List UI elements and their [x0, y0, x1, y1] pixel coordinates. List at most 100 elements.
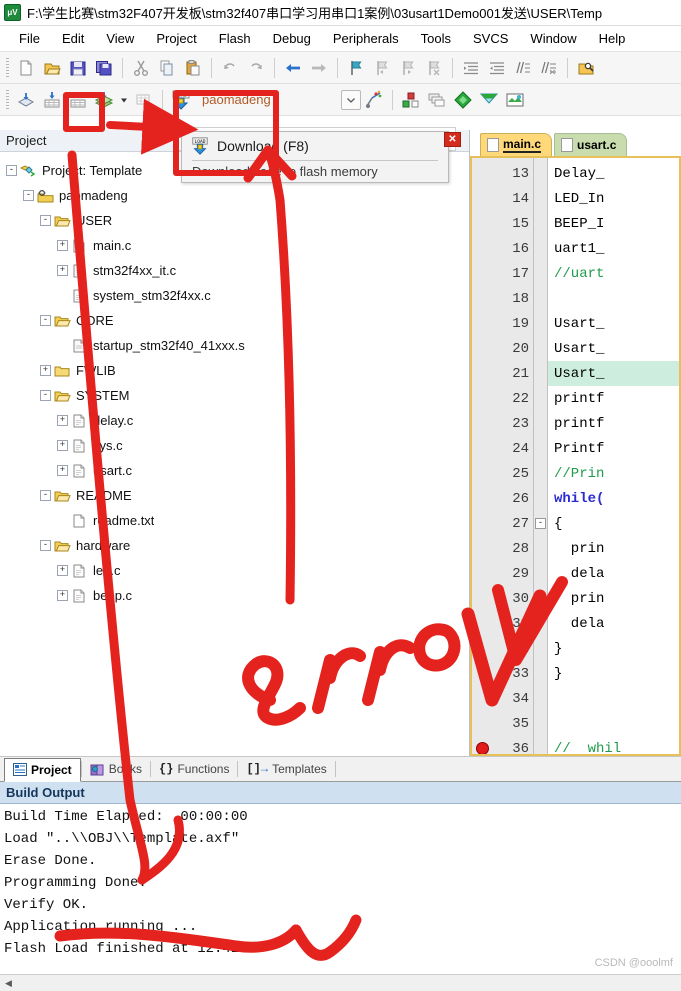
code-line[interactable]: BEEP_I: [548, 211, 679, 236]
tab-functions[interactable]: {} Functions: [151, 757, 237, 781]
uncomment-icon[interactable]: [536, 55, 562, 81]
collapse-toggle-icon[interactable]: -: [40, 490, 51, 501]
horizontal-scrollbar[interactable]: ◀: [0, 974, 681, 991]
tree-item[interactable]: - CORE: [6, 308, 469, 333]
menu-help[interactable]: Help: [588, 28, 637, 49]
menu-view[interactable]: View: [95, 28, 145, 49]
code-line[interactable]: Usart_: [548, 361, 679, 386]
bookmark-next-icon[interactable]: [395, 55, 421, 81]
rebuild-icon[interactable]: [65, 87, 91, 113]
stop-build-icon[interactable]: [131, 87, 157, 113]
pack-installer-icon[interactable]: [450, 87, 476, 113]
project-name-combo[interactable]: paomadeng: [196, 88, 361, 112]
tree-item[interactable]: startup_stm32f40_41xxx.s: [6, 333, 469, 358]
fold-toggle-icon[interactable]: -: [535, 518, 546, 529]
tree-item[interactable]: + main.c: [6, 233, 469, 258]
configure-icon[interactable]: [476, 87, 502, 113]
manage-components-icon[interactable]: [398, 87, 424, 113]
expand-toggle-icon[interactable]: +: [40, 365, 51, 376]
code-text-area[interactable]: Delay_ LED_In BEEP_I uart1_ //uart Usart_ Usar…: [548, 158, 679, 754]
tab-usart-c[interactable]: usart.c: [554, 133, 628, 156]
expand-toggle-icon[interactable]: +: [57, 265, 68, 276]
code-line[interactable]: printf: [548, 386, 679, 411]
navigate-back-icon[interactable]: [280, 55, 306, 81]
save-all-icon[interactable]: [91, 55, 117, 81]
manage-rte-icon[interactable]: [424, 87, 450, 113]
expand-toggle-icon[interactable]: +: [57, 465, 68, 476]
code-line[interactable]: dela: [548, 611, 679, 636]
tree-item[interactable]: readme.txt: [6, 508, 469, 533]
tab-project[interactable]: Project: [4, 757, 81, 782]
expand-toggle-icon[interactable]: +: [57, 565, 68, 576]
menu-svcs[interactable]: SVCS: [462, 28, 519, 49]
navigate-forward-icon[interactable]: [306, 55, 332, 81]
code-line[interactable]: {: [548, 511, 679, 536]
code-line[interactable]: [548, 686, 679, 711]
tree-item[interactable]: + stm32f4xx_it.c: [6, 258, 469, 283]
code-line[interactable]: printf: [548, 411, 679, 436]
menu-window[interactable]: Window: [519, 28, 587, 49]
menu-tools[interactable]: Tools: [410, 28, 462, 49]
fold-cell[interactable]: -: [534, 511, 547, 536]
code-line[interactable]: //uart: [548, 261, 679, 286]
bookmark-clear-icon[interactable]: [421, 55, 447, 81]
tab-books[interactable]: Books: [82, 757, 150, 781]
target-options-icon[interactable]: [361, 87, 387, 113]
fold-margin[interactable]: -: [534, 158, 548, 754]
toolbar-grip[interactable]: [6, 57, 9, 78]
cut-icon[interactable]: [128, 55, 154, 81]
translate-icon[interactable]: [13, 87, 39, 113]
menu-file[interactable]: File: [8, 28, 51, 49]
tree-item[interactable]: + sys.c: [6, 433, 469, 458]
new-file-icon[interactable]: [13, 55, 39, 81]
code-line[interactable]: Usart_: [548, 336, 679, 361]
tree-item[interactable]: - paomadeng: [6, 183, 469, 208]
code-line[interactable]: }: [548, 636, 679, 661]
indent-right-icon[interactable]: [458, 55, 484, 81]
menu-debug[interactable]: Debug: [262, 28, 322, 49]
close-icon[interactable]: ✕: [444, 132, 461, 147]
tree-item[interactable]: + delay.c: [6, 408, 469, 433]
open-diagram-icon[interactable]: [502, 87, 528, 113]
scroll-left-arrow[interactable]: ◀: [0, 976, 17, 991]
code-line[interactable]: //Prin: [548, 461, 679, 486]
code-line[interactable]: Printf: [548, 436, 679, 461]
tree-item[interactable]: + led.c: [6, 558, 469, 583]
code-line[interactable]: while(: [548, 486, 679, 511]
code-line[interactable]: dela: [548, 561, 679, 586]
code-line[interactable]: Delay_: [548, 161, 679, 186]
code-line[interactable]: prin: [548, 586, 679, 611]
toolbar-grip[interactable]: [6, 89, 9, 110]
chevron-down-icon[interactable]: [340, 89, 361, 110]
undo-icon[interactable]: [217, 55, 243, 81]
collapse-toggle-icon[interactable]: -: [40, 315, 51, 326]
collapse-toggle-icon[interactable]: -: [6, 165, 17, 176]
batch-build-icon[interactable]: [91, 87, 117, 113]
code-line[interactable]: [548, 711, 679, 736]
copy-icon[interactable]: [154, 55, 180, 81]
download-icon[interactable]: LOAD: [168, 87, 194, 113]
code-line[interactable]: uart1_: [548, 236, 679, 261]
collapse-toggle-icon[interactable]: -: [40, 215, 51, 226]
expand-toggle-icon[interactable]: +: [57, 240, 68, 251]
project-tree[interactable]: - Project: Template - paomadeng - USER + main.c…: [0, 152, 469, 756]
collapse-toggle-icon[interactable]: -: [40, 540, 51, 551]
tree-item[interactable]: - README: [6, 483, 469, 508]
tree-item[interactable]: + FWLIB: [6, 358, 469, 383]
save-icon[interactable]: [65, 55, 91, 81]
batch-build-dropdown-icon[interactable]: [117, 87, 131, 113]
tree-item[interactable]: - USER: [6, 208, 469, 233]
menu-flash[interactable]: Flash: [208, 28, 262, 49]
open-file-icon[interactable]: [39, 55, 65, 81]
build-output-body[interactable]: Build Time Elapsed: 00:00:00 Load "..\\OB…: [0, 804, 681, 974]
tree-item[interactable]: system_stm32f4xx.c: [6, 283, 469, 308]
collapse-toggle-icon[interactable]: -: [23, 190, 34, 201]
code-line[interactable]: // whil: [548, 736, 679, 755]
collapse-toggle-icon[interactable]: -: [40, 390, 51, 401]
expand-toggle-icon[interactable]: +: [57, 590, 68, 601]
bookmark-prev-icon[interactable]: [369, 55, 395, 81]
tree-item[interactable]: + beep.c: [6, 583, 469, 608]
tree-item[interactable]: - hardware: [6, 533, 469, 558]
code-line[interactable]: }: [548, 661, 679, 686]
tree-item[interactable]: + usart.c: [6, 458, 469, 483]
